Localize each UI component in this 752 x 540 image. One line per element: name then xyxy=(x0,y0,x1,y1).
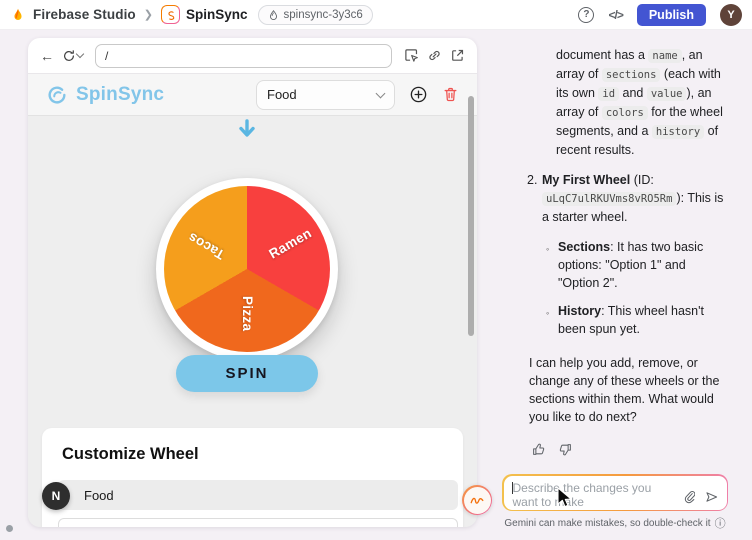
gemini-chat-panel: document has a name, an array of section… xyxy=(500,30,752,540)
spin-wheel-ring: Ramen Pizza Tacos xyxy=(156,178,338,360)
delete-wheel-button[interactable] xyxy=(442,86,459,103)
attach-file-icon[interactable] xyxy=(683,490,695,504)
wheel-segment-label: Tacos xyxy=(185,229,227,263)
publish-button[interactable]: Publish xyxy=(637,4,706,26)
chat-input[interactable] xyxy=(504,476,727,510)
avatar[interactable]: Y xyxy=(720,4,742,26)
chat-message: ◦History: This wheel hasn't been spun ye… xyxy=(546,302,725,338)
wheel-segment-label: Ramen xyxy=(266,225,314,262)
preview-scrollbar-thumb[interactable] xyxy=(468,96,474,336)
back-icon[interactable]: ← xyxy=(40,49,54,63)
wheel-name-input[interactable] xyxy=(58,480,458,510)
preview-url-input[interactable] xyxy=(95,44,392,68)
inline-code: id xyxy=(598,87,619,101)
refresh-icon[interactable] xyxy=(62,49,83,63)
top-bar: Firebase Studio ❯ SpinSync spinsync-3y3c… xyxy=(0,0,752,30)
link-icon[interactable] xyxy=(427,48,442,63)
wheel-select-value: Food xyxy=(267,87,297,102)
thumbs-down-icon[interactable] xyxy=(558,442,573,457)
app-title: SpinSync xyxy=(76,84,164,106)
breadcrumb-app-name[interactable]: SpinSync xyxy=(186,7,248,22)
help-icon[interactable]: ? xyxy=(578,7,594,23)
chevron-down-icon xyxy=(376,88,386,98)
gemini-disclaimer: Gemini can make mistakes, so double-chec… xyxy=(500,515,730,531)
section-input[interactable] xyxy=(58,518,458,527)
chat-message: document has a name, an array of section… xyxy=(556,46,725,159)
gemini-fab-button[interactable] xyxy=(462,485,492,515)
wheel-pointer-icon xyxy=(234,118,260,142)
wheel-segment-label: Pizza xyxy=(239,296,255,331)
chat-message: ◦Sections: It has two basic options: "Op… xyxy=(546,238,725,292)
customize-wheel-card: Customize Wheel N xyxy=(42,428,463,527)
inline-code: uLqC7ulRKUVms8vRO5Rm xyxy=(542,192,676,206)
app-header: SpinSync Food xyxy=(28,74,477,116)
thumbs-up-icon[interactable] xyxy=(531,442,546,457)
open-in-new-window-icon[interactable] xyxy=(450,48,465,63)
inline-code: history xyxy=(652,125,704,139)
customize-wheel-title: Customize Wheel xyxy=(62,445,463,464)
wheel-select[interactable]: Food xyxy=(256,80,395,110)
inline-code: sections xyxy=(602,68,661,82)
mouse-cursor-icon xyxy=(555,486,575,509)
corner-dot xyxy=(6,525,13,532)
send-icon[interactable] xyxy=(704,490,719,504)
chat-textarea[interactable] xyxy=(504,476,664,510)
spinsync-logo-icon xyxy=(46,84,68,106)
workspace-badge-label: spinsync-3y3c6 xyxy=(284,9,363,21)
chat-message: I can help you add, remove, or change an… xyxy=(529,354,725,426)
wheel[interactable]: Ramen Pizza Tacos xyxy=(164,186,330,352)
app-preview-panel: ← xyxy=(28,38,477,527)
list-marker: 2. xyxy=(527,171,542,226)
chat-message: 2.My First Wheel (ID: uLqC7ulRKUVms8vRO5… xyxy=(527,171,725,226)
inspect-element-icon[interactable] xyxy=(404,48,419,63)
squiggle-icon xyxy=(464,487,491,514)
chat-input-border xyxy=(502,474,728,511)
inline-code: value xyxy=(647,87,687,101)
preview-toolbar: ← xyxy=(28,38,477,74)
inline-code: colors xyxy=(602,106,648,120)
code-icon[interactable]: </> xyxy=(608,8,622,22)
droplet-icon xyxy=(268,9,279,21)
info-icon[interactable]: ⓘ xyxy=(715,515,726,531)
feedback-row xyxy=(531,442,725,457)
text-caret xyxy=(512,482,513,494)
spinsync-app-icon xyxy=(161,5,180,24)
breadcrumb-chevron-icon: ❯ xyxy=(144,8,153,21)
firebase-logo-icon xyxy=(10,7,26,23)
inline-code: name xyxy=(648,49,681,63)
list-marker: ◦ xyxy=(546,238,558,292)
list-marker: ◦ xyxy=(546,302,558,338)
brand-title[interactable]: Firebase Studio xyxy=(33,7,136,22)
chat-messages: document has a name, an array of section… xyxy=(527,46,725,457)
n-badge: N xyxy=(42,482,70,510)
app-viewport: SpinSync Food xyxy=(28,74,477,527)
refresh-dropdown-chevron-icon[interactable] xyxy=(76,50,84,58)
add-wheel-button[interactable] xyxy=(409,85,428,104)
spin-button[interactable]: SPIN xyxy=(176,355,318,392)
workspace-badge[interactable]: spinsync-3y3c6 xyxy=(258,5,373,25)
